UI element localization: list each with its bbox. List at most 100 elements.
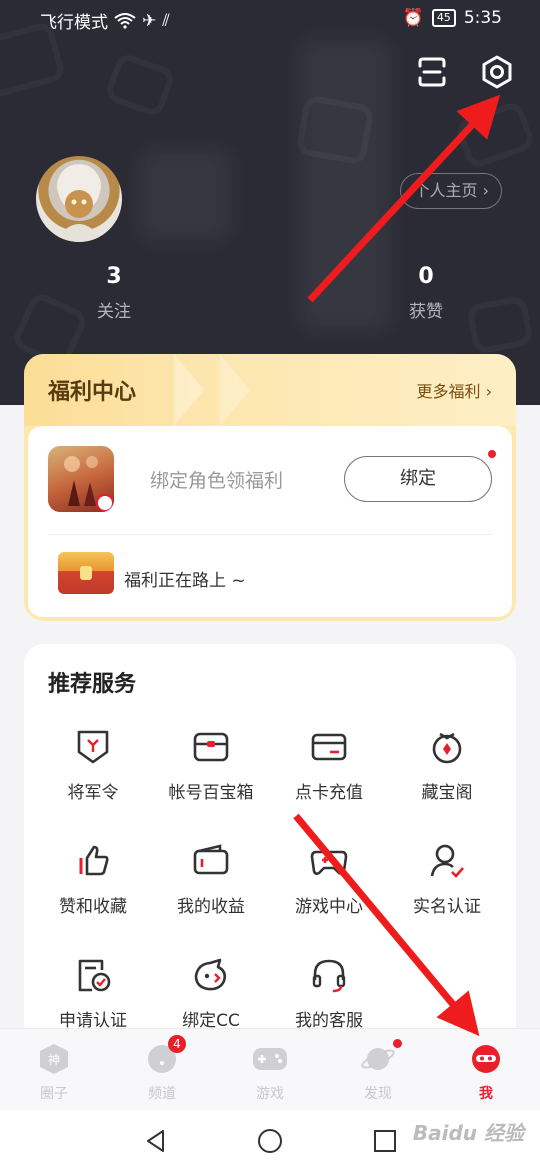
welfare-onway-text: 福利正在路上 ~ <box>124 571 246 591</box>
tab-label: 频道 <box>148 1086 176 1102</box>
service-label: 点卡充值 <box>295 783 363 803</box>
service-label: 游戏中心 <box>295 897 363 917</box>
chevron-right-icon: › <box>482 181 489 200</box>
signal-icon: ⫽ <box>162 10 170 31</box>
welfare-header: 福利中心 更多福利 › <box>24 354 516 426</box>
services-title: 推荐服务 <box>48 672 137 697</box>
service-card-recharge[interactable]: 点卡充值 <box>270 726 388 803</box>
gamepad-icon <box>252 1043 288 1075</box>
airplane-mode-label: 飞行模式 <box>40 13 108 33</box>
service-customer-support[interactable]: 我的客服 <box>270 954 388 1031</box>
scan-button[interactable] <box>412 52 452 92</box>
shield-icon <box>72 726 114 768</box>
following-count: 3 <box>106 264 122 289</box>
scan-icon <box>418 57 446 87</box>
bottom-tab-bar: 神 圈子 4 频道 游戏 发现 我 <box>0 1028 540 1110</box>
system-nav-bar: Baidu 经验 <box>0 1110 540 1170</box>
headset-icon <box>308 954 350 996</box>
service-label: 藏宝阁 <box>421 783 473 803</box>
alarm-icon: ⏰ <box>402 8 424 28</box>
treasure-icon <box>426 726 468 768</box>
service-real-name-auth[interactable]: 实名认证 <box>388 840 506 917</box>
service-bind-cc[interactable]: 绑定CC <box>152 954 270 1031</box>
decor-shape <box>466 295 534 355</box>
avatar-image <box>54 164 104 242</box>
game-app-icon <box>48 446 114 512</box>
tab-discover[interactable]: 发现 <box>338 1039 418 1103</box>
decor-shape <box>454 100 537 171</box>
document-check-icon <box>72 954 114 996</box>
welfare-center-card: 福利中心 更多福利 › 绑定角色领福利 绑定 福利正在路上 ~ <box>24 354 516 621</box>
wifi-icon <box>114 12 136 29</box>
status-bar: 飞行模式 ✈ ⫽ ⏰ 45 5:35 <box>0 0 540 40</box>
more-welfare-label: 更多福利 <box>416 382 481 401</box>
decor-chevron <box>174 354 204 426</box>
service-general-token[interactable]: 将军令 <box>34 726 152 803</box>
chevron-right-icon: › <box>485 382 492 401</box>
decor-shape <box>103 51 176 119</box>
likes-count: 0 <box>418 264 434 289</box>
gear-icon <box>482 55 512 89</box>
card-icon <box>308 726 350 768</box>
service-label: 实名认证 <box>413 897 481 917</box>
tab-games[interactable]: 游戏 <box>230 1043 310 1103</box>
service-account-toolbox[interactable]: 帐号百宝箱 <box>152 726 270 803</box>
bind-role-text: 绑定角色领福利 <box>150 470 284 492</box>
airplane-icon: ✈ <box>142 10 157 31</box>
tab-label: 发现 <box>364 1086 392 1102</box>
service-label: 赞和收藏 <box>59 897 127 917</box>
treasure-chest-icon <box>58 552 114 594</box>
tab-label: 游戏 <box>256 1086 284 1102</box>
wallet-icon <box>190 840 232 882</box>
gamepad-icon <box>308 840 350 882</box>
likes-label: 获赞 <box>409 302 443 322</box>
planet-icon <box>360 1039 402 1075</box>
battery-icon: 45 <box>431 9 456 27</box>
service-my-earnings[interactable]: 我的收益 <box>152 840 270 917</box>
svg-text:神: 神 <box>48 1053 60 1067</box>
me-icon <box>468 1043 504 1075</box>
notification-dot <box>488 450 496 458</box>
welfare-body: 绑定角色领福利 绑定 福利正在路上 ~ <box>28 426 512 617</box>
following-label: 关注 <box>97 302 131 322</box>
recommended-services-card: 推荐服务 将军令 帐号百宝箱 点卡充值 藏宝阁 赞和收藏 我的收益 游戏中心 实… <box>24 644 516 1064</box>
tab-channel[interactable]: 4 频道 <box>122 1035 202 1103</box>
toolbox-icon <box>190 726 232 768</box>
tab-label: 圈子 <box>40 1086 68 1102</box>
blurred-username <box>140 150 230 240</box>
user-check-icon <box>426 840 468 882</box>
recents-icon[interactable] <box>372 1128 398 1154</box>
cc-icon <box>190 954 232 996</box>
netease-badge-icon <box>96 494 114 512</box>
home-icon[interactable] <box>257 1128 283 1154</box>
decor-chevron <box>220 354 250 426</box>
thumbs-up-icon <box>72 840 114 882</box>
service-game-center[interactable]: 游戏中心 <box>270 840 388 917</box>
service-label: 我的收益 <box>177 897 245 917</box>
avatar[interactable] <box>36 156 122 242</box>
service-label: 将军令 <box>67 783 119 803</box>
profile-page-label: 个人主页 <box>413 181 478 200</box>
service-treasure-pavilion[interactable]: 藏宝阁 <box>388 726 506 803</box>
service-label: 帐号百宝箱 <box>168 783 254 803</box>
back-icon[interactable] <box>143 1128 169 1154</box>
more-welfare-link[interactable]: 更多福利 › <box>416 378 492 402</box>
discover-dot <box>393 1039 402 1048</box>
tab-label: 我 <box>479 1086 493 1102</box>
watermark: Baidu 经验 <box>412 1121 524 1145</box>
following-stat[interactable]: 3 关注 <box>64 264 164 322</box>
divider <box>48 534 492 535</box>
service-likes-favorites[interactable]: 赞和收藏 <box>34 840 152 917</box>
tab-circle[interactable]: 神 圈子 <box>14 1043 94 1103</box>
bind-button[interactable]: 绑定 <box>344 456 492 502</box>
likes-stat[interactable]: 0 获赞 <box>376 264 476 322</box>
service-apply-certification[interactable]: 申请认证 <box>34 954 152 1031</box>
profile-page-button[interactable]: 个人主页 › <box>400 173 502 209</box>
circle-icon: 神 <box>36 1043 72 1075</box>
settings-button[interactable] <box>477 52 517 92</box>
channel-badge: 4 <box>168 1035 186 1053</box>
welfare-title: 福利中心 <box>48 380 137 405</box>
clock-time: 5:35 <box>463 8 502 28</box>
channel-icon: 4 <box>144 1035 186 1075</box>
tab-me[interactable]: 我 <box>446 1043 526 1103</box>
